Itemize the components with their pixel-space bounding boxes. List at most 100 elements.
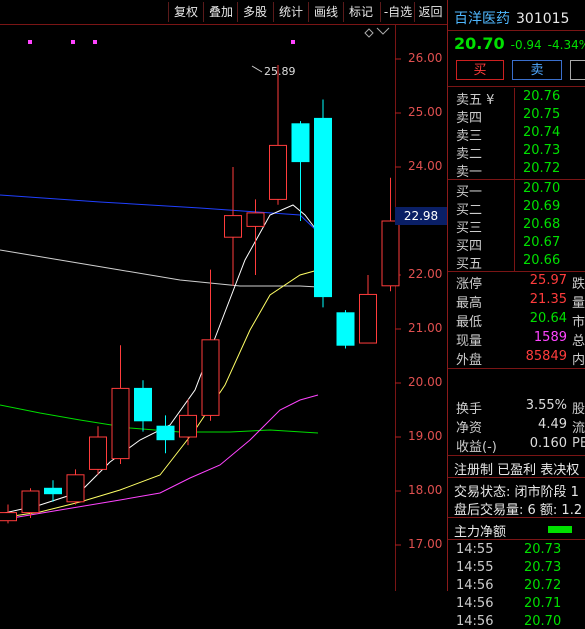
- y-tick-label: 24.00: [408, 159, 443, 173]
- bid-level-price: 20.66: [523, 253, 561, 268]
- bid-level-label: 买二: [456, 203, 483, 218]
- trade-tick-row: 14:56 20.71: [456, 596, 561, 611]
- stat-label: 涨停: [456, 277, 483, 292]
- toolbar-button-6[interactable]: -自选: [380, 2, 415, 22]
- toolbar-button-2[interactable]: 多股: [237, 2, 272, 22]
- trade-price: 20.73: [524, 542, 562, 557]
- trade-tick-row: 14:55 20.73: [456, 542, 561, 557]
- bid-level-label: 买四: [456, 239, 483, 254]
- toolbar-button-5[interactable]: 标记: [343, 2, 378, 22]
- stat-value: 4.49: [538, 417, 567, 432]
- marker-dot: [93, 40, 97, 44]
- ma5-line: [0, 204, 319, 515]
- y-tick-label: 25.00: [408, 105, 443, 119]
- divider: [448, 455, 585, 456]
- ask-level-price: 20.72: [523, 161, 561, 176]
- divider: [448, 517, 585, 518]
- trade-time: 14:55: [456, 542, 494, 557]
- stat-value: 21.35: [529, 292, 567, 307]
- high-annotation-arrow: [251, 65, 263, 73]
- main-flow-bar: [548, 526, 572, 533]
- stat-value: 3.55%: [525, 398, 567, 413]
- toolbar-button-0[interactable]: 复权: [168, 2, 203, 22]
- quote-panel: 百洋医药 301015 20.70 -0.94 -4.34% 买 卖 卖五 ¥ 20.7…: [447, 0, 585, 629]
- price-change: -0.94: [510, 38, 542, 52]
- divider: [448, 368, 585, 369]
- trade-price: 20.71: [524, 596, 562, 611]
- diamond-icon: [364, 28, 374, 38]
- bid-level-price: 20.68: [523, 217, 561, 232]
- candle-body: [269, 144, 287, 200]
- divider: [514, 180, 515, 272]
- stat-extra-label: 跌: [572, 277, 585, 292]
- ma10-line: [0, 269, 319, 519]
- stat-extra-label: 内: [572, 353, 585, 368]
- trade-time: 14:56: [456, 596, 494, 611]
- ask-level-label: 卖三: [456, 129, 483, 144]
- kline-chart[interactable]: 复权叠加多股统计画线标记-自选返回 26.0025.0024.0023.0022…: [0, 0, 447, 591]
- stat-extra-label: 股: [572, 402, 585, 417]
- y-tick-label: 21.00: [408, 321, 443, 335]
- stat-value: 0.160: [529, 436, 567, 451]
- stat-label: 收益(-): [456, 440, 497, 455]
- bid-level-label: 买三: [456, 221, 483, 236]
- candle-body: [89, 436, 107, 470]
- divider: [448, 539, 585, 540]
- stock-tags[interactable]: 注册制 已盈利 表决权: [454, 459, 579, 478]
- stat-extra-label: PE: [572, 436, 585, 451]
- ask-level-price: 20.75: [523, 107, 561, 122]
- more-button[interactable]: [570, 60, 585, 80]
- y-tick-label: 17.00: [408, 537, 443, 551]
- ask-level-price: 20.74: [523, 125, 561, 140]
- sell-button[interactable]: 卖: [512, 60, 562, 80]
- stat-value: 25.97: [529, 273, 567, 288]
- stock-header[interactable]: 百洋医药 301015: [454, 8, 569, 28]
- toolbar-button-1[interactable]: 叠加: [203, 2, 238, 22]
- ask-level-label: 卖四: [456, 111, 483, 126]
- candle-body: [291, 123, 310, 163]
- trade-price: 20.70: [524, 614, 562, 629]
- toolbar-button-7[interactable]: 返回: [414, 2, 446, 22]
- candle-body: [314, 117, 332, 298]
- y-tick-label: 22.00: [408, 267, 443, 281]
- bid-level-price: 20.67: [523, 235, 561, 250]
- chart-toolbar: 复权 叠加 多股 统计 画线 标记 -自选 返回: [0, 0, 447, 24]
- bid-level-label: 买五: [456, 257, 483, 272]
- toolbar-button-4[interactable]: 画线: [308, 2, 343, 22]
- kline-svg[interactable]: [0, 0, 447, 591]
- bid-level-label: 买一: [456, 185, 483, 200]
- after-hours-volume: 盘后交易量: 6 额: 1.2: [454, 503, 583, 518]
- stat-extra-label: 总: [572, 334, 585, 349]
- bid-level-price: 20.69: [523, 199, 561, 214]
- y-tick-label: 26.00: [408, 51, 443, 65]
- divider: [448, 477, 585, 478]
- current-price-tag: 22.98: [395, 207, 447, 225]
- buy-button[interactable]: 买: [456, 60, 504, 80]
- trade-tick-row: 14:56 20.70: [456, 614, 561, 629]
- candle-body: [66, 474, 85, 503]
- ask-level-price: 20.76: [523, 89, 561, 104]
- last-price: 20.70: [454, 34, 505, 53]
- stat-label: 现量: [456, 334, 483, 349]
- y-tick-label: 19.00: [408, 429, 443, 443]
- stat-extra-label: 市: [572, 315, 585, 330]
- price-row: 20.70 -0.94 -4.34%: [454, 34, 585, 53]
- stat-label: 最低: [456, 315, 483, 330]
- candle-body: [111, 387, 130, 460]
- stat-value: 1589: [533, 330, 567, 345]
- candle-body: [21, 490, 40, 514]
- divider: [448, 179, 585, 180]
- candle-body: [0, 512, 17, 522]
- stock-code: 301015: [516, 11, 570, 27]
- divider: [448, 271, 585, 272]
- ma120-line: [0, 194, 319, 233]
- stat-label: 换手: [456, 402, 483, 417]
- main-flow-label: 主力净额: [454, 525, 507, 540]
- trade-status: 交易状态: 闭市阶段 1: [454, 485, 579, 500]
- ma20-line: [0, 394, 319, 521]
- stat-label: 外盘: [456, 353, 483, 368]
- stat-label: 最高: [456, 296, 483, 311]
- toolbar-button-3[interactable]: 统计: [273, 2, 308, 22]
- price-change-pct: -4.34%: [547, 38, 585, 52]
- trade-time: 14:55: [456, 560, 494, 575]
